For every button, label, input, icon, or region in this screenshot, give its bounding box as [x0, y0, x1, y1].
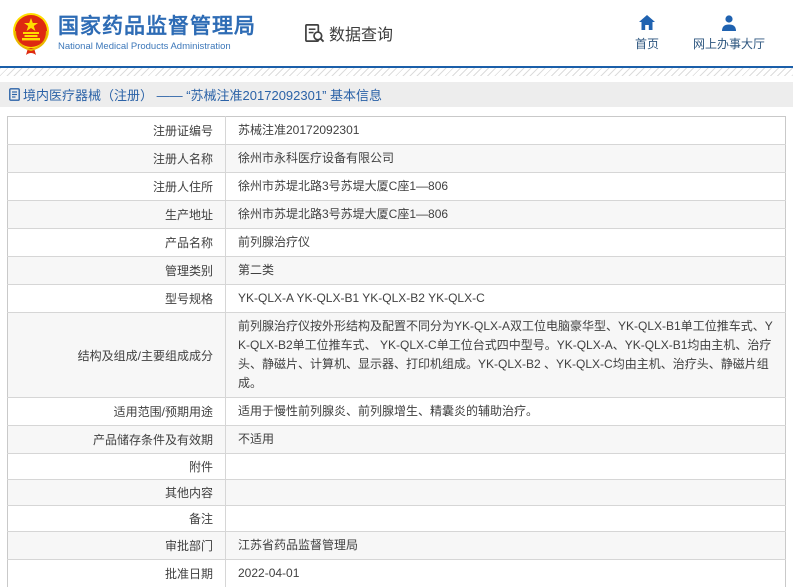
nav-home[interactable]: 首页: [635, 14, 659, 52]
site-title-en: National Medical Products Administration: [58, 40, 231, 52]
row-value: [226, 480, 786, 506]
table-row: 生产地址 徐州市苏堤北路3号苏堤大厦C座1—806: [7, 200, 786, 229]
row-label: 注册人名称: [7, 144, 226, 173]
row-label: 附件: [7, 453, 226, 480]
row-value: 江苏省药品监督管理局: [238, 538, 359, 552]
row-value: 徐州市苏堤北路3号苏堤大厦C座1—806: [238, 179, 449, 193]
row-label: 生产地址: [7, 200, 226, 229]
row-label: 其他内容: [7, 479, 226, 506]
row-value: YK-QLX-A YK-QLX-B1 YK-QLX-B2 YK-QLX-C: [238, 291, 485, 305]
table-row: 批准日期 2022-04-01: [7, 559, 786, 587]
home-icon: [638, 15, 655, 30]
row-value: 苏械注准20172092301: [238, 123, 360, 137]
brand-titles: 国家药品监督管理局 National Medical Products Admi…: [58, 14, 256, 53]
breadcrumb: 境内医疗器械（注册） —— “苏械注准20172092301” 基本信息: [0, 82, 793, 107]
table-row: 注册人住所 徐州市苏堤北路3号苏堤大厦C座1—806: [7, 172, 786, 201]
breadcrumb-text: 境内医疗器械（注册） —— “苏械注准20172092301” 基本信息: [23, 88, 383, 103]
row-value: [226, 506, 786, 532]
registration-info-table: 注册证编号 苏械注准20172092301 注册人名称 徐州市永科医疗设备有限公司 …: [7, 116, 786, 587]
spacer-gap: [0, 107, 793, 116]
table-row: 产品名称 前列腺治疗仪: [7, 228, 786, 257]
row-label: 产品储存条件及有效期: [7, 425, 226, 454]
row-label: 型号规格: [7, 284, 226, 313]
table-row: 注册人名称 徐州市永科医疗设备有限公司: [7, 144, 786, 173]
stripe-decoration-band: [0, 68, 793, 76]
document-search-icon: [305, 23, 325, 42]
document-icon: [9, 88, 20, 101]
page-header: 国家药品监督管理局 National Medical Products Admi…: [0, 0, 793, 66]
table-row: 产品储存条件及有效期 不适用: [7, 425, 786, 454]
table-row: 适用范围/预期用途 适用于慢性前列腺炎、前列腺增生、精囊炎的辅助治疗。: [7, 397, 786, 426]
table-row: 备注: [7, 505, 786, 532]
table-row: 附件: [7, 453, 786, 480]
nav-home-label: 首页: [634, 37, 659, 51]
nav-data-query[interactable]: 数据查询: [304, 21, 393, 45]
table-row: 注册证编号 苏械注准20172092301: [7, 116, 786, 145]
table-row: 审批部门 江苏省药品监督管理局: [7, 531, 786, 560]
row-value: 第二类: [238, 263, 275, 277]
row-label: 结构及组成/主要组成成分: [7, 312, 226, 398]
table-row: 其他内容: [7, 479, 786, 506]
row-label: 适用范围/预期用途: [7, 397, 226, 426]
row-value: 徐州市苏堤北路3号苏堤大厦C座1—806: [238, 207, 449, 221]
row-value: 前列腺治疗仪按外形结构及配置不同分为YK-QLX-A双工位电脑豪华型、YK-QL…: [238, 319, 773, 390]
row-label: 产品名称: [7, 228, 226, 257]
site-title-cn: 国家药品监督管理局: [58, 14, 256, 38]
table-row: 型号规格 YK-QLX-A YK-QLX-B1 YK-QLX-B2 YK-QLX-…: [7, 284, 786, 313]
nav-online-hall[interactable]: 网上办事大厅: [693, 14, 765, 52]
table-row: 管理类别 第二类: [7, 256, 786, 285]
row-label: 注册人住所: [7, 172, 226, 201]
row-label: 注册证编号: [7, 116, 226, 145]
row-label: 备注: [7, 505, 226, 532]
row-value: [226, 454, 786, 480]
row-value: 适用于慢性前列腺炎、前列腺增生、精囊炎的辅助治疗。: [238, 404, 539, 418]
data-query-label: 数据查询: [329, 27, 394, 44]
row-value: 前列腺治疗仪: [238, 235, 311, 249]
nav-online-hall-label: 网上办事大厅: [692, 37, 765, 51]
header-nav: 首页 网上办事大厅: [635, 14, 765, 52]
row-label: 管理类别: [7, 256, 226, 285]
row-value: 不适用: [238, 432, 275, 446]
person-icon: [721, 15, 736, 31]
china-national-emblem-icon: [13, 13, 49, 55]
row-label: 审批部门: [7, 531, 226, 560]
row-value: 徐州市永科医疗设备有限公司: [238, 151, 395, 165]
table-row: 结构及组成/主要组成成分 前列腺治疗仪按外形结构及配置不同分为YK-QLX-A双工…: [7, 312, 786, 398]
row-value: 2022-04-01: [238, 566, 300, 580]
row-label: 批准日期: [7, 559, 226, 587]
